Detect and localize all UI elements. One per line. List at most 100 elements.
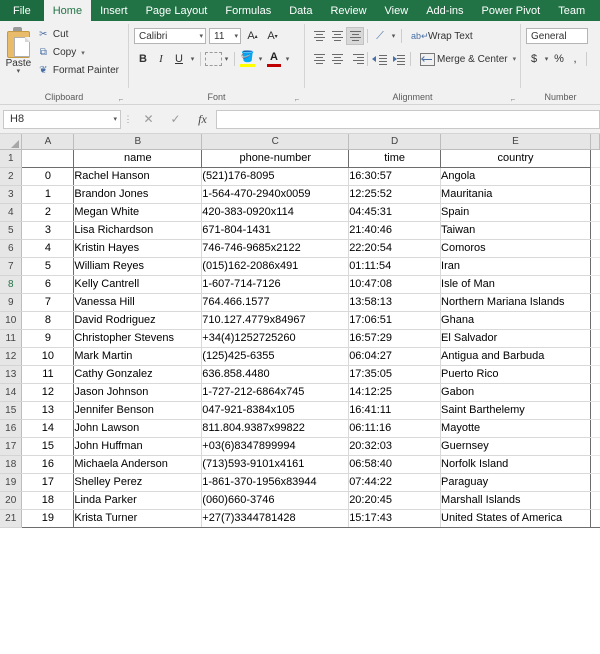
chevron-down-icon[interactable]: ▾ <box>513 55 517 63</box>
cell[interactable] <box>590 221 599 239</box>
column-header-c[interactable]: C <box>202 134 349 149</box>
cell-name[interactable]: Mark Martin <box>74 347 202 365</box>
format-painter-button[interactable]: ❦ Format Painter <box>32 62 123 79</box>
cell-country[interactable]: Comoros <box>441 239 591 257</box>
cell-index[interactable]: 15 <box>22 437 74 455</box>
cell-phone-number[interactable]: 811.804.9387x99822 <box>202 419 349 437</box>
table-row[interactable]: 1412Jason Johnson1-727-212-6864x74514:12… <box>0 383 600 401</box>
merge-center-button[interactable]: Merge & Center ▾ <box>414 51 520 68</box>
cell[interactable] <box>590 311 599 329</box>
table-row[interactable]: 1715John Huffman+03(6)834789999420:32:03… <box>0 437 600 455</box>
ribbon-tab-power-pivot[interactable]: Power Pivot <box>473 0 550 21</box>
chevron-down-icon[interactable]: ▾ <box>188 50 197 68</box>
row-header[interactable]: 9 <box>0 293 22 311</box>
cell-time[interactable]: 10:47:08 <box>349 275 441 293</box>
cell-phone-number[interactable]: 1-861-370-1956x83944 <box>202 473 349 491</box>
cell-name[interactable]: Jason Johnson <box>74 383 202 401</box>
cell-country[interactable]: Guernsey <box>441 437 591 455</box>
cell-country[interactable]: Puerto Rico <box>441 365 591 383</box>
cell-time[interactable]: 01:11:54 <box>349 257 441 275</box>
cell-country[interactable]: Ghana <box>441 311 591 329</box>
cell-phone-number[interactable]: 636.858.4480 <box>202 365 349 383</box>
currency-format-button[interactable]: $ <box>526 51 542 68</box>
cell-country[interactable]: Angola <box>441 167 591 185</box>
cell-time[interactable]: 22:20:54 <box>349 239 441 257</box>
cell-time[interactable]: 17:06:51 <box>349 311 441 329</box>
table-row[interactable]: 42Megan White420-383-0920x11404:45:31Spa… <box>0 203 600 221</box>
ribbon-tab-view[interactable]: View <box>376 0 418 21</box>
cell-index[interactable]: 7 <box>22 293 74 311</box>
cell-name[interactable]: Lisa Richardson <box>74 221 202 239</box>
table-row[interactable]: 1210Mark Martin(125)425-635506:04:27Anti… <box>0 347 600 365</box>
table-row[interactable]: 1513Jennifer Benson047-921-8384x10516:41… <box>0 401 600 419</box>
cell-index[interactable]: 3 <box>22 221 74 239</box>
cell-phone-number[interactable]: (713)593-9101x4161 <box>202 455 349 473</box>
cell-time[interactable]: 13:58:13 <box>349 293 441 311</box>
cell-phone-number[interactable]: 746-746-9685x2122 <box>202 239 349 257</box>
name-box[interactable]: H8 ▾ <box>3 110 121 129</box>
cell-country[interactable]: Mayotte <box>441 419 591 437</box>
cell[interactable] <box>590 365 599 383</box>
cancel-formula-button[interactable]: ✕ <box>135 110 162 129</box>
row-header[interactable]: 20 <box>0 491 22 509</box>
cell-name[interactable]: Kristin Hayes <box>74 239 202 257</box>
font-name-select[interactable]: Calibri ▾ <box>134 28 206 44</box>
chevron-down-icon[interactable]: ▾ <box>542 50 551 68</box>
cell-phone-number[interactable]: +27(7)3344781428 <box>202 509 349 527</box>
cell-phone-number[interactable]: 1-607-714-7126 <box>202 275 349 293</box>
wrap-text-button[interactable]: ab↵ Wrap Text <box>405 28 477 45</box>
ribbon-tab-team[interactable]: Team <box>549 0 594 21</box>
cell-name[interactable]: Kelly Cantrell <box>74 275 202 293</box>
chevron-down-icon[interactable]: ▾ <box>81 49 85 57</box>
chevron-down-icon[interactable]: ▾ <box>283 50 292 68</box>
ribbon-tab-insert[interactable]: Insert <box>91 0 137 21</box>
increase-indent-button[interactable] <box>389 50 407 68</box>
row-header[interactable]: 2 <box>0 167 22 185</box>
align-bottom-button[interactable] <box>346 27 364 45</box>
cell-country[interactable]: Mauritania <box>441 185 591 203</box>
ribbon-tab-home[interactable]: Home <box>44 0 91 21</box>
cell-index[interactable]: 11 <box>22 365 74 383</box>
table-row[interactable]: 86Kelly Cantrell1-607-714-712610:47:08Is… <box>0 275 600 293</box>
cell-name[interactable]: Christopher Stevens <box>74 329 202 347</box>
cell[interactable] <box>590 149 599 167</box>
cell-country[interactable]: United States of America <box>441 509 591 527</box>
cell-name[interactable]: Rachel Hanson <box>74 167 202 185</box>
row-header[interactable]: 13 <box>0 365 22 383</box>
cell-time[interactable]: 17:35:05 <box>349 365 441 383</box>
cell[interactable] <box>590 347 599 365</box>
cell-index[interactable]: 2 <box>22 203 74 221</box>
formula-input[interactable] <box>216 110 600 129</box>
ribbon-tab-data[interactable]: Data <box>280 0 321 21</box>
select-all-corner[interactable] <box>0 134 22 149</box>
cell-country[interactable]: Taiwan <box>441 221 591 239</box>
cell-time[interactable]: 07:44:22 <box>349 473 441 491</box>
row-header[interactable]: 10 <box>0 311 22 329</box>
underline-button[interactable]: U <box>170 50 188 68</box>
cell-name[interactable]: Cathy Gonzalez <box>74 365 202 383</box>
cell-name[interactable]: John Huffman <box>74 437 202 455</box>
cell-index[interactable]: 9 <box>22 329 74 347</box>
enter-formula-button[interactable]: ✓ <box>162 110 189 129</box>
row-header[interactable]: 14 <box>0 383 22 401</box>
cell-index[interactable]: 5 <box>22 257 74 275</box>
column-header-d[interactable]: D <box>349 134 441 149</box>
ribbon-tab-review[interactable]: Review <box>321 0 375 21</box>
cell-phone-number[interactable]: 047-921-8384x105 <box>202 401 349 419</box>
bold-button[interactable]: B <box>134 50 152 68</box>
cell-name[interactable]: Vanessa Hill <box>74 293 202 311</box>
cell[interactable] <box>590 491 599 509</box>
cell-phone-number[interactable]: +34(4)1252725260 <box>202 329 349 347</box>
cell-country[interactable]: Iran <box>441 257 591 275</box>
row-header[interactable]: 11 <box>0 329 22 347</box>
cell[interactable] <box>590 419 599 437</box>
paste-button[interactable]: Paste ▾ <box>5 25 32 75</box>
cell-phone-number[interactable]: 764.466.1577 <box>202 293 349 311</box>
cell-phone-number[interactable]: 1-564-470-2940x0059 <box>202 185 349 203</box>
cell-name[interactable]: Linda Parker <box>74 491 202 509</box>
row-header[interactable]: 15 <box>0 401 22 419</box>
table-row[interactable]: 1311Cathy Gonzalez636.858.448017:35:05Pu… <box>0 365 600 383</box>
row-header[interactable]: 4 <box>0 203 22 221</box>
cell[interactable] <box>590 203 599 221</box>
font-dialog-launcher-icon[interactable]: ⌐ <box>293 96 301 104</box>
